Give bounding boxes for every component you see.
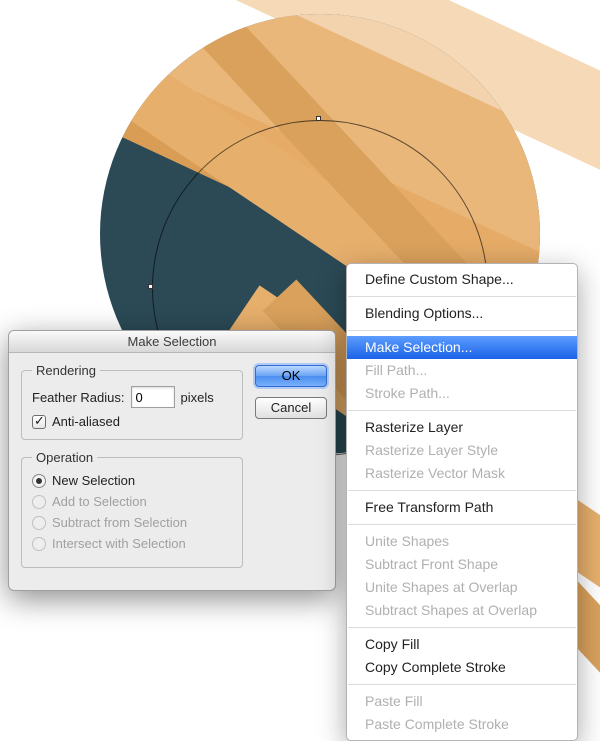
menu-item: Rasterize Vector Mask bbox=[347, 462, 577, 485]
operation-radio[interactable] bbox=[32, 474, 46, 488]
antialias-checkbox[interactable] bbox=[32, 415, 46, 429]
menu-separator bbox=[348, 524, 576, 525]
menu-item[interactable]: Make Selection... bbox=[347, 336, 577, 359]
menu-item: Unite Shapes at Overlap bbox=[347, 576, 577, 599]
menu-item: Unite Shapes bbox=[347, 530, 577, 553]
menu-item: Paste Fill bbox=[347, 690, 577, 713]
rendering-legend: Rendering bbox=[32, 363, 100, 378]
menu-separator bbox=[348, 490, 576, 491]
operation-radio bbox=[32, 516, 46, 530]
menu-separator bbox=[348, 296, 576, 297]
feather-radius-input[interactable] bbox=[131, 386, 175, 408]
menu-item[interactable]: Define Custom Shape... bbox=[347, 268, 577, 291]
operation-label: Subtract from Selection bbox=[52, 515, 187, 530]
antialias-label: Anti-aliased bbox=[52, 414, 120, 429]
menu-separator bbox=[348, 627, 576, 628]
menu-item[interactable]: Rasterize Layer bbox=[347, 416, 577, 439]
operation-option-new[interactable]: New Selection bbox=[32, 473, 232, 488]
operation-option-intersect: Intersect with Selection bbox=[32, 536, 232, 551]
make-selection-dialog: Make Selection Rendering Feather Radius:… bbox=[8, 330, 336, 591]
operation-group: Operation New Selection Add to Selection… bbox=[21, 450, 243, 568]
menu-item[interactable]: Copy Complete Stroke bbox=[347, 656, 577, 679]
menu-item: Rasterize Layer Style bbox=[347, 439, 577, 462]
context-menu: Define Custom Shape... Blending Options..… bbox=[346, 263, 578, 741]
operation-label: Intersect with Selection bbox=[52, 536, 186, 551]
dialog-title: Make Selection bbox=[9, 331, 335, 353]
menu-item: Subtract Shapes at Overlap bbox=[347, 599, 577, 622]
anchor-point[interactable] bbox=[148, 284, 153, 289]
menu-item: Paste Complete Stroke bbox=[347, 713, 577, 736]
menu-item[interactable]: Free Transform Path bbox=[347, 496, 577, 519]
operation-label: Add to Selection bbox=[52, 494, 147, 509]
operation-radio bbox=[32, 495, 46, 509]
menu-separator bbox=[348, 410, 576, 411]
rendering-group: Rendering Feather Radius: pixels Anti-al… bbox=[21, 363, 243, 440]
menu-separator bbox=[348, 684, 576, 685]
cancel-button[interactable]: Cancel bbox=[255, 397, 327, 419]
operation-legend: Operation bbox=[32, 450, 97, 465]
operation-option-add: Add to Selection bbox=[32, 494, 232, 509]
menu-item: Stroke Path... bbox=[347, 382, 577, 405]
feather-label: Feather Radius: bbox=[32, 390, 125, 405]
ok-button[interactable]: OK bbox=[255, 365, 327, 387]
operation-radio bbox=[32, 537, 46, 551]
menu-item: Subtract Front Shape bbox=[347, 553, 577, 576]
feather-unit: pixels bbox=[181, 390, 214, 405]
menu-item[interactable]: Copy Fill bbox=[347, 633, 577, 656]
operation-option-subtract: Subtract from Selection bbox=[32, 515, 232, 530]
menu-separator bbox=[348, 330, 576, 331]
anchor-point[interactable] bbox=[316, 116, 321, 121]
operation-label: New Selection bbox=[52, 473, 135, 488]
menu-item[interactable]: Blending Options... bbox=[347, 302, 577, 325]
menu-item: Fill Path... bbox=[347, 359, 577, 382]
